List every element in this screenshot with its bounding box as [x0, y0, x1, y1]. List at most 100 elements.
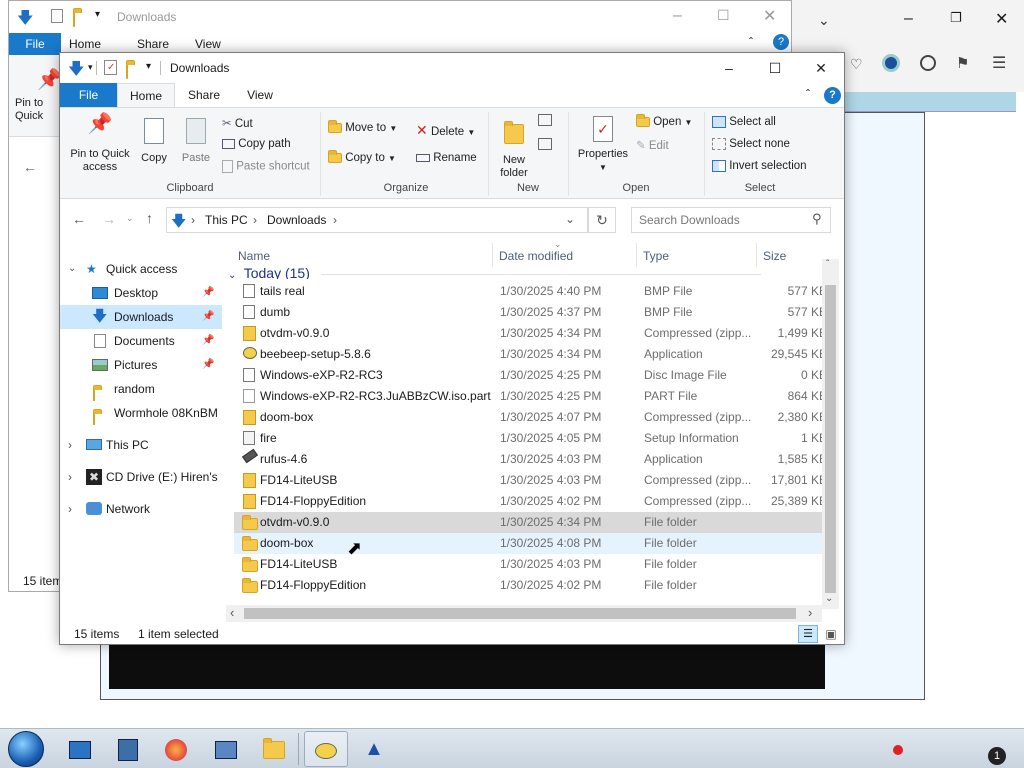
refresh-button[interactable]: ↻	[588, 207, 616, 233]
close-button[interactable]: ✕	[798, 53, 844, 83]
close-icon[interactable]: ✕	[763, 6, 776, 26]
nav-random[interactable]: random	[60, 377, 222, 401]
folder-row[interactable]: FD14-LiteUSB 1/30/2025 4:03 PM File folder	[234, 554, 830, 575]
minimize-button[interactable]: –	[706, 53, 752, 83]
new-item-icon[interactable]	[538, 114, 552, 126]
invert-selection-button[interactable]: Invert selection	[712, 160, 807, 172]
maximize-icon[interactable]: ☐	[717, 7, 730, 24]
chevron-right-icon[interactable]: ›	[68, 465, 72, 489]
close-icon[interactable]: ✕	[995, 9, 1008, 29]
tab-home[interactable]: Home	[69, 37, 101, 51]
nav-documents[interactable]: Documents 📌	[60, 329, 222, 353]
network-computer-icon[interactable]	[204, 731, 248, 767]
file-row[interactable]: beebeep-setup-5.8.6 1/30/2025 4:34 PM Appl…	[234, 344, 830, 365]
edit-button[interactable]: ✎ Edit	[636, 138, 669, 152]
file-row[interactable]: Windows-eXP-R2-RC3 1/30/2025 4:25 PM Disc …	[234, 365, 830, 386]
group-header[interactable]: ⌄ Today (15)	[228, 265, 818, 279]
start-orb-icon[interactable]	[8, 731, 44, 767]
nav-quick-access[interactable]: ⌄ ★ Quick access	[60, 257, 222, 281]
delete-button[interactable]: ✕ Delete ▼	[416, 122, 475, 139]
column-header-name[interactable]: Name	[238, 249, 270, 263]
new-folder-icon[interactable]	[126, 63, 128, 79]
select-all-button[interactable]: Select all	[712, 116, 776, 128]
chevron-down-icon[interactable]: ⌄	[818, 12, 830, 29]
scroll-thumb[interactable]	[244, 608, 796, 619]
copy-path-button[interactable]: Copy path	[222, 138, 291, 150]
file-row[interactable]: dumb 1/30/2025 4:37 PM BMP File 577 KB	[234, 302, 830, 323]
back-arrow-icon[interactable]: ←	[23, 159, 37, 175]
account-icon[interactable]	[920, 55, 936, 71]
help-icon[interactable]: ?	[773, 34, 789, 50]
folder-row[interactable]: otvdm-v0.9.0 1/30/2025 4:34 PM File folder	[234, 512, 830, 533]
scroll-down-icon[interactable]: ⌄	[825, 593, 833, 604]
back-pin-label[interactable]: Pin to Quick access	[15, 97, 61, 125]
bee-icon[interactable]	[304, 731, 348, 767]
forward-arrow-icon[interactable]: →	[102, 211, 116, 227]
vertical-scrollbar[interactable]: ˆ ⌄	[822, 259, 839, 609]
file-explorer-icon[interactable]	[252, 731, 296, 767]
tab-share[interactable]: Share	[137, 37, 169, 51]
copy-to-button[interactable]: Copy to ▼	[328, 149, 396, 164]
notification-badge[interactable]: 1	[988, 747, 1006, 765]
nav-downloads[interactable]: 🡇 Downloads 📌	[60, 305, 222, 329]
scroll-right-icon[interactable]: ›	[808, 605, 812, 620]
folder-row[interactable]: doom-box 1/30/2025 4:08 PM File folder	[234, 533, 830, 554]
copy-button[interactable]: Copy	[136, 118, 172, 165]
nav-wormhole[interactable]: Wormhole 08KnBM	[60, 401, 222, 425]
cut-button[interactable]: ✂ Cut	[222, 116, 253, 130]
help-icon[interactable]: ?	[824, 87, 841, 104]
open-button[interactable]: Open ▼	[636, 113, 692, 128]
properties-button[interactable]: ✓ Properties ▼	[572, 116, 634, 174]
chevron-right-icon[interactable]: ›	[68, 433, 72, 457]
horizontal-scrollbar[interactable]: ‹ ›	[226, 605, 822, 622]
nav-pictures[interactable]: Pictures 📌	[60, 353, 222, 377]
breadcrumb-downloads[interactable]: Downloads	[267, 213, 326, 227]
move-to-button[interactable]: Move to ▼	[328, 119, 397, 134]
paste-button[interactable]: Paste	[176, 118, 216, 165]
scroll-left-icon[interactable]: ‹	[230, 605, 234, 620]
file-row[interactable]: rufus-4.6 1/30/2025 4:03 PM Application 1,5…	[234, 448, 830, 470]
address-dropdown-icon[interactable]: ⌄	[565, 212, 575, 226]
chevron-right-icon[interactable]: ›	[68, 497, 72, 521]
search-icon[interactable]: ⚲	[812, 211, 822, 227]
restore-icon[interactable]: ❐	[950, 10, 962, 26]
nav-network[interactable]: › Network	[60, 497, 222, 521]
nav-cd-drive[interactable]: › ✖ CD Drive (E:) Hiren's I	[60, 465, 222, 489]
large-icons-view-icon[interactable]: ▣	[822, 625, 840, 643]
tab-file[interactable]: File	[60, 83, 117, 107]
scroll-up-icon[interactable]: ˆ	[826, 259, 829, 270]
server-icon[interactable]	[106, 731, 150, 767]
firefox-icon[interactable]	[154, 731, 198, 767]
easy-access-icon[interactable]	[538, 138, 552, 150]
tab-view[interactable]: View	[195, 37, 221, 51]
tab-file[interactable]: File	[9, 33, 61, 55]
file-row[interactable]: fire 1/30/2025 4:05 PM Setup Information 1 …	[234, 428, 830, 449]
tab-share[interactable]: Share	[178, 83, 230, 107]
extensions-icon[interactable]: ⚑	[956, 54, 969, 72]
history-dropdown-icon[interactable]: ⌄	[126, 213, 134, 224]
maximize-button[interactable]: ☐	[752, 53, 798, 83]
tab-home[interactable]: Home	[117, 83, 175, 108]
scroll-thumb[interactable]	[825, 285, 836, 593]
column-header-type[interactable]: Type	[643, 249, 669, 263]
breadcrumb-this-pc[interactable]: This PC	[205, 213, 248, 227]
file-row[interactable]: Windows-eXP-R2-RC3.JuABBzCW.iso.part 1/30…	[234, 386, 830, 407]
dropdown-icon[interactable]: ▾	[146, 61, 151, 72]
chevron-up-icon[interactable]: ˆ	[749, 35, 753, 49]
tab-view[interactable]: View	[234, 83, 286, 107]
file-row[interactable]: FD14-FloppyEdition 1/30/2025 4:02 PM Compr…	[234, 491, 830, 512]
paste-shortcut-button[interactable]: Paste shortcut	[222, 160, 310, 173]
back-arrow-icon[interactable]: ←	[72, 211, 86, 227]
pocket-icon[interactable]: ♡	[850, 56, 863, 73]
window-manager-icon[interactable]	[58, 731, 102, 767]
column-header-date[interactable]: Date modified	[499, 249, 573, 263]
nav-desktop[interactable]: Desktop 📌	[60, 281, 222, 305]
folder-row[interactable]: FD14-FloppyEdition 1/30/2025 4:02 PM File …	[234, 575, 830, 596]
dropdown-icon[interactable]: ▾	[88, 62, 93, 73]
tray-alert-icon[interactable]	[893, 745, 903, 755]
select-none-button[interactable]: Select none	[712, 138, 790, 150]
chevron-up-icon[interactable]: ˆ	[806, 87, 810, 101]
firefox-account-icon[interactable]	[882, 54, 900, 72]
nav-this-pc[interactable]: › This PC	[60, 433, 222, 457]
minimize-icon[interactable]: –	[904, 10, 913, 28]
